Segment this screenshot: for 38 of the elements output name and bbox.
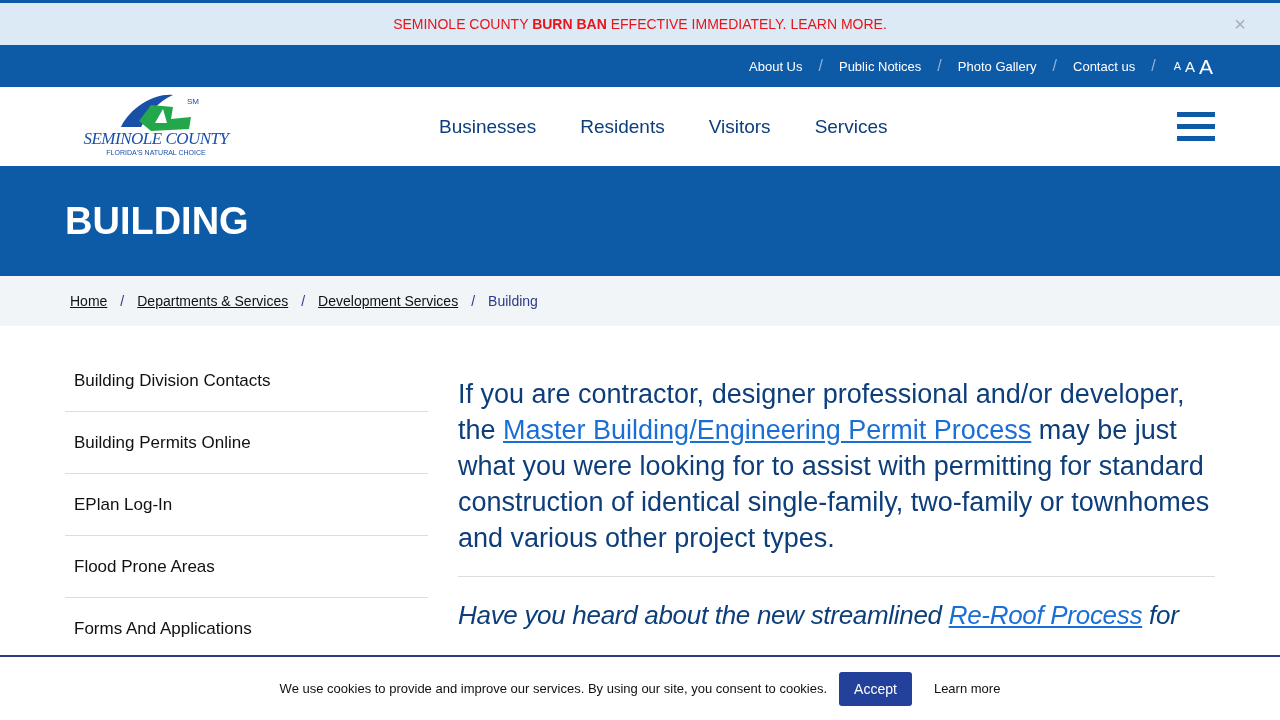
- utility-link[interactable]: Photo Gallery: [957, 58, 1037, 74]
- menu-icon[interactable]: [1177, 111, 1215, 142]
- utility-link[interactable]: Contact us: [1073, 58, 1136, 74]
- sidebar-link[interactable]: EPlan Log-In: [65, 474, 428, 536]
- main-nav-link[interactable]: Residents: [580, 115, 665, 138]
- breadcrumb-link[interactable]: Building: [488, 293, 538, 309]
- question-paragraph: Have you heard about the new streamlined Re-Roof Process for: [458, 599, 1181, 632]
- cookie-message: We use cookies to provide and improve our services. By using our site, you consent to cookies.: [279, 681, 828, 696]
- main-nav-link[interactable]: Services: [814, 115, 888, 138]
- separator: /: [1151, 57, 1156, 75]
- separator: /: [1052, 57, 1057, 75]
- breadcrumb-link[interactable]: Home: [70, 293, 108, 309]
- text-size-button[interactable]: A: [1197, 55, 1215, 77]
- service-mark: SM: [187, 96, 199, 106]
- breadcrumb-link[interactable]: Departments & Services: [137, 293, 289, 309]
- sidebar-link[interactable]: Building Permits Online: [65, 412, 428, 474]
- separator: /: [301, 293, 306, 309]
- separator: /: [937, 57, 942, 75]
- main-nav-link[interactable]: Businesses: [439, 115, 537, 138]
- separator: /: [818, 57, 823, 75]
- sidebar-link[interactable]: Building Division Contacts: [65, 350, 428, 412]
- logo-name: SEMINOLE COUNTY: [83, 128, 229, 149]
- text-size-button[interactable]: A: [1171, 60, 1183, 72]
- utility-link[interactable]: About Us: [749, 58, 803, 74]
- separator: /: [120, 293, 125, 309]
- permit-process-link[interactable]: Master Building/Engineering Permit Process: [503, 415, 1032, 445]
- intro-paragraph: If you are contractor, designer professional and/or developer, the Master Building/Engineering Permit Process may be just what you were looking for to assist with permitting for standard construction of identical single-family, two-family or townhomes and various other project types.: [458, 376, 1215, 577]
- main-nav-link[interactable]: Visitors: [708, 115, 771, 138]
- re-roof-link[interactable]: Re-Roof Process: [948, 600, 1143, 630]
- separator: /: [471, 293, 476, 309]
- alert-message[interactable]: SEMINOLE COUNTY BURN BAN EFFECTIVE IMMEDIATELY. LEARN MORE.: [393, 16, 887, 32]
- page-title: BUILDING: [65, 199, 249, 243]
- sidebar-link[interactable]: Flood Prone Areas: [65, 536, 428, 598]
- accept-button[interactable]: Accept: [839, 671, 912, 706]
- learn-more-link[interactable]: Learn more: [933, 681, 1001, 696]
- breadcrumb-link[interactable]: Development Services: [318, 293, 459, 309]
- utility-link[interactable]: Public Notices: [838, 58, 922, 74]
- text-size-button[interactable]: A: [1182, 58, 1197, 74]
